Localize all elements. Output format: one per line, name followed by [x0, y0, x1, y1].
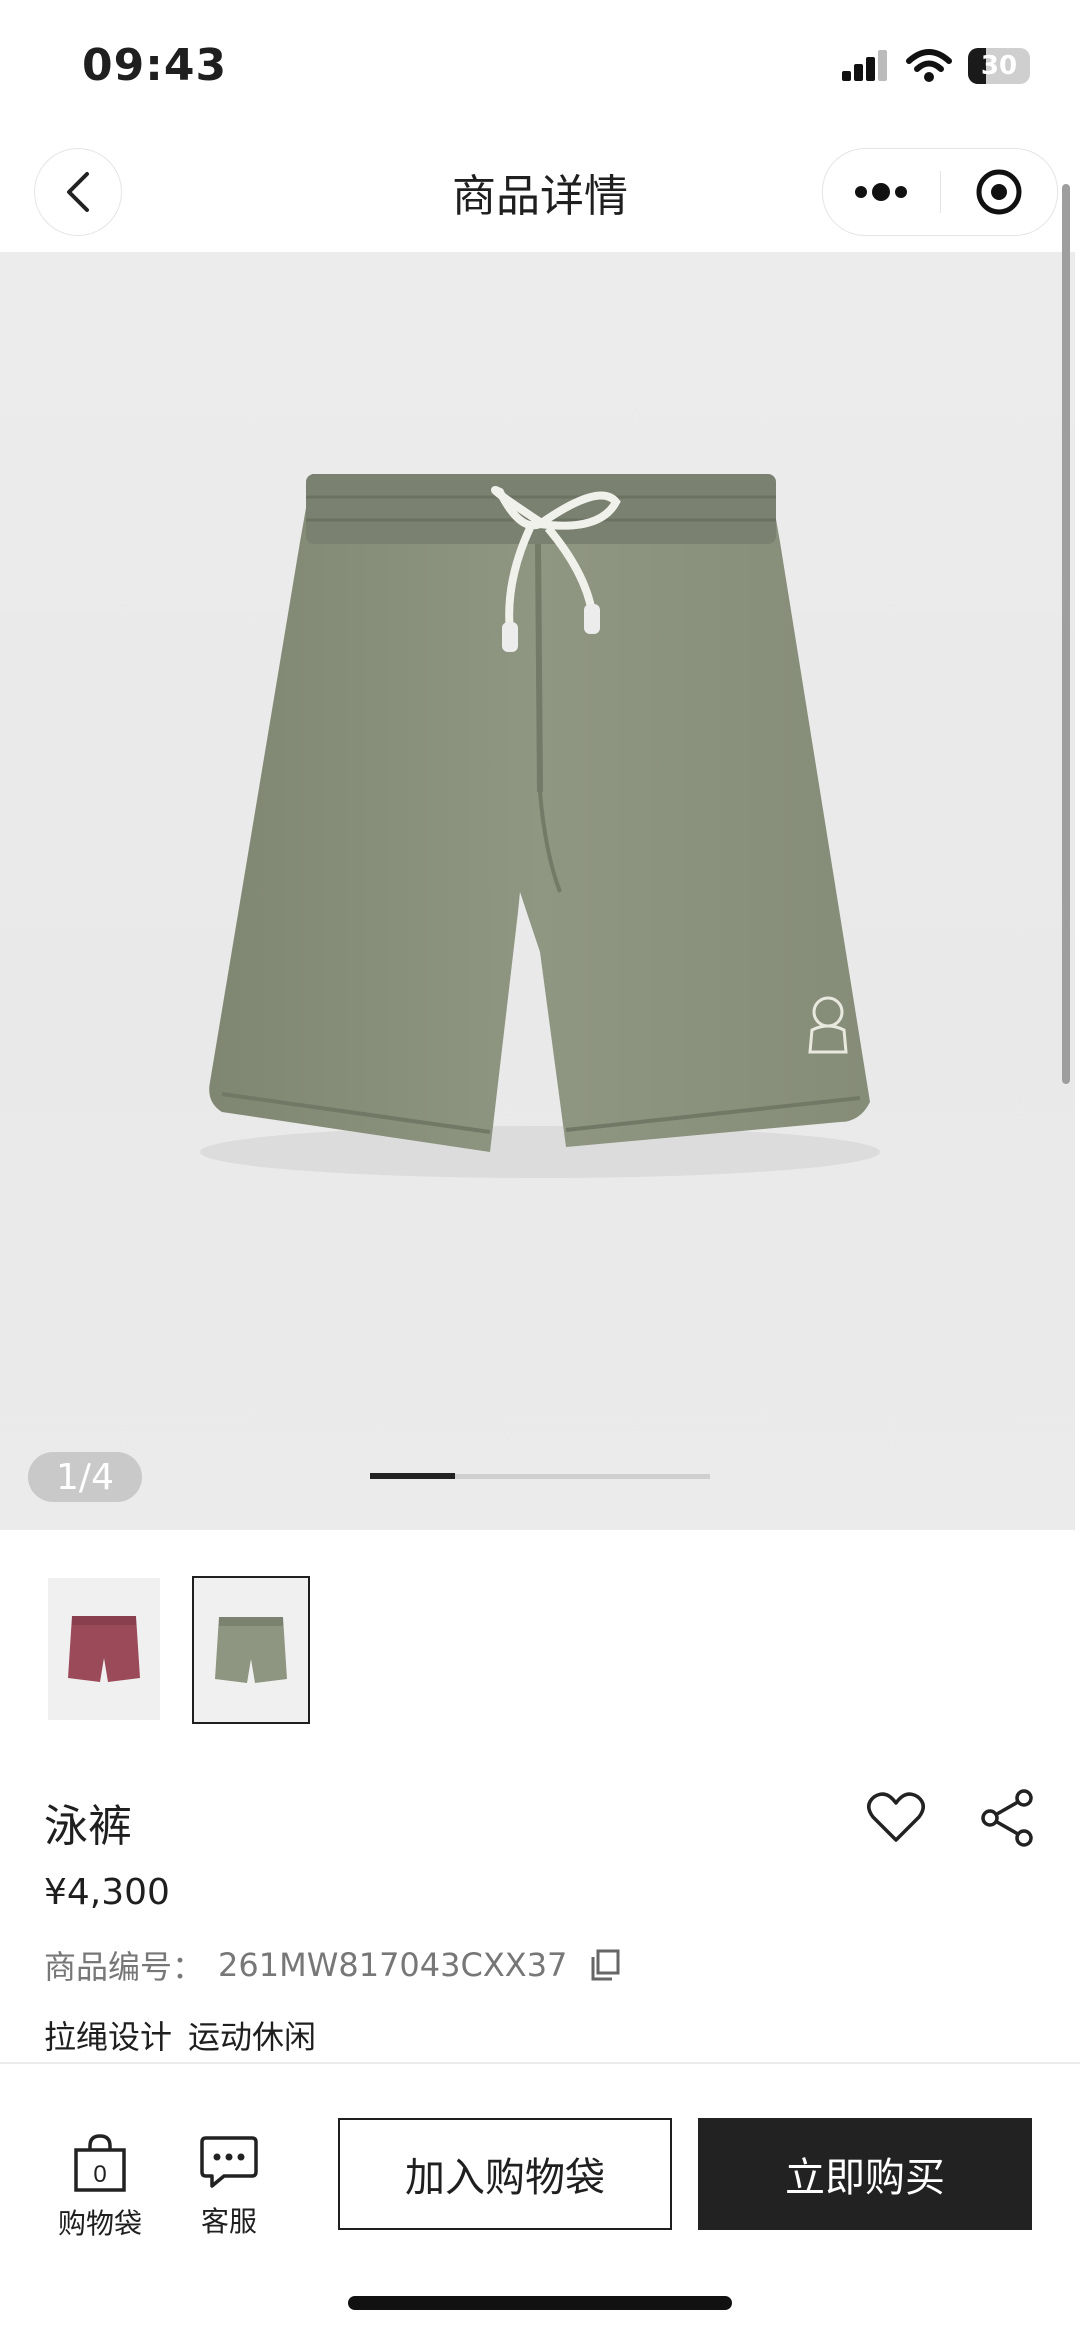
product-tag: 运动休闲 — [188, 2018, 317, 2056]
battery-icon: 30 — [968, 48, 1030, 84]
share-icon — [981, 1789, 1033, 1847]
product-name: 泳裤 — [44, 1801, 132, 1852]
shorts-thumbnail-green — [215, 1617, 287, 1683]
scrollbar[interactable] — [1062, 184, 1070, 1084]
customer-service-button[interactable]: 客服 — [186, 2134, 272, 2244]
heart-icon — [867, 1792, 925, 1842]
battery-level: 30 — [980, 51, 1018, 81]
status-time: 09:43 — [82, 40, 228, 91]
product-code: 261MW817043CXX37 — [218, 1946, 568, 1984]
swim-shorts-image — [200, 474, 880, 1178]
favorite-button[interactable] — [866, 1790, 926, 1846]
product-tag: 拉绳设计 — [44, 2018, 173, 2056]
chat-icon — [200, 2136, 258, 2188]
copy-icon[interactable] — [589, 1948, 623, 1982]
bag-count: 0 — [93, 2161, 106, 2188]
bag-label: 购物袋 — [57, 2207, 142, 2240]
add-to-bag-button[interactable]: 加入购物袋 — [338, 2118, 672, 2230]
more-icon — [855, 183, 908, 201]
target-icon — [976, 169, 1022, 215]
close-miniprogram-button[interactable] — [941, 149, 1058, 235]
bag-icon: 0 — [74, 2134, 126, 2192]
product-tags: 拉绳设计 运动休闲 — [44, 2012, 316, 2058]
status-icons: 30 — [840, 44, 1030, 88]
mini-program-capsule — [822, 148, 1058, 236]
image-counter: 1/4 — [28, 1452, 142, 1502]
share-button[interactable] — [980, 1788, 1036, 1848]
carousel-progress-fill — [370, 1473, 455, 1479]
shopping-bag-button[interactable]: 0 购物袋 — [52, 2134, 148, 2244]
product-image-carousel[interactable] — [0, 252, 1075, 1530]
color-thumbnail[interactable] — [48, 1578, 160, 1720]
signal-icon — [842, 50, 887, 81]
divider — [0, 2062, 1080, 2064]
more-button[interactable] — [823, 149, 940, 235]
product-code-row: 商品编号： 261MW817043CXX37 — [44, 1942, 623, 1988]
home-indicator[interactable] — [348, 2296, 732, 2310]
shorts-thumbnail-red — [68, 1616, 140, 1682]
product-price: ¥4,300 — [44, 1872, 170, 1913]
color-thumbnail-selected[interactable] — [192, 1576, 310, 1724]
product-code-label: 商品编号： — [44, 1948, 205, 1986]
wifi-icon — [906, 49, 952, 82]
buy-now-button[interactable]: 立即购买 — [698, 2118, 1032, 2230]
service-label: 客服 — [200, 2205, 257, 2238]
